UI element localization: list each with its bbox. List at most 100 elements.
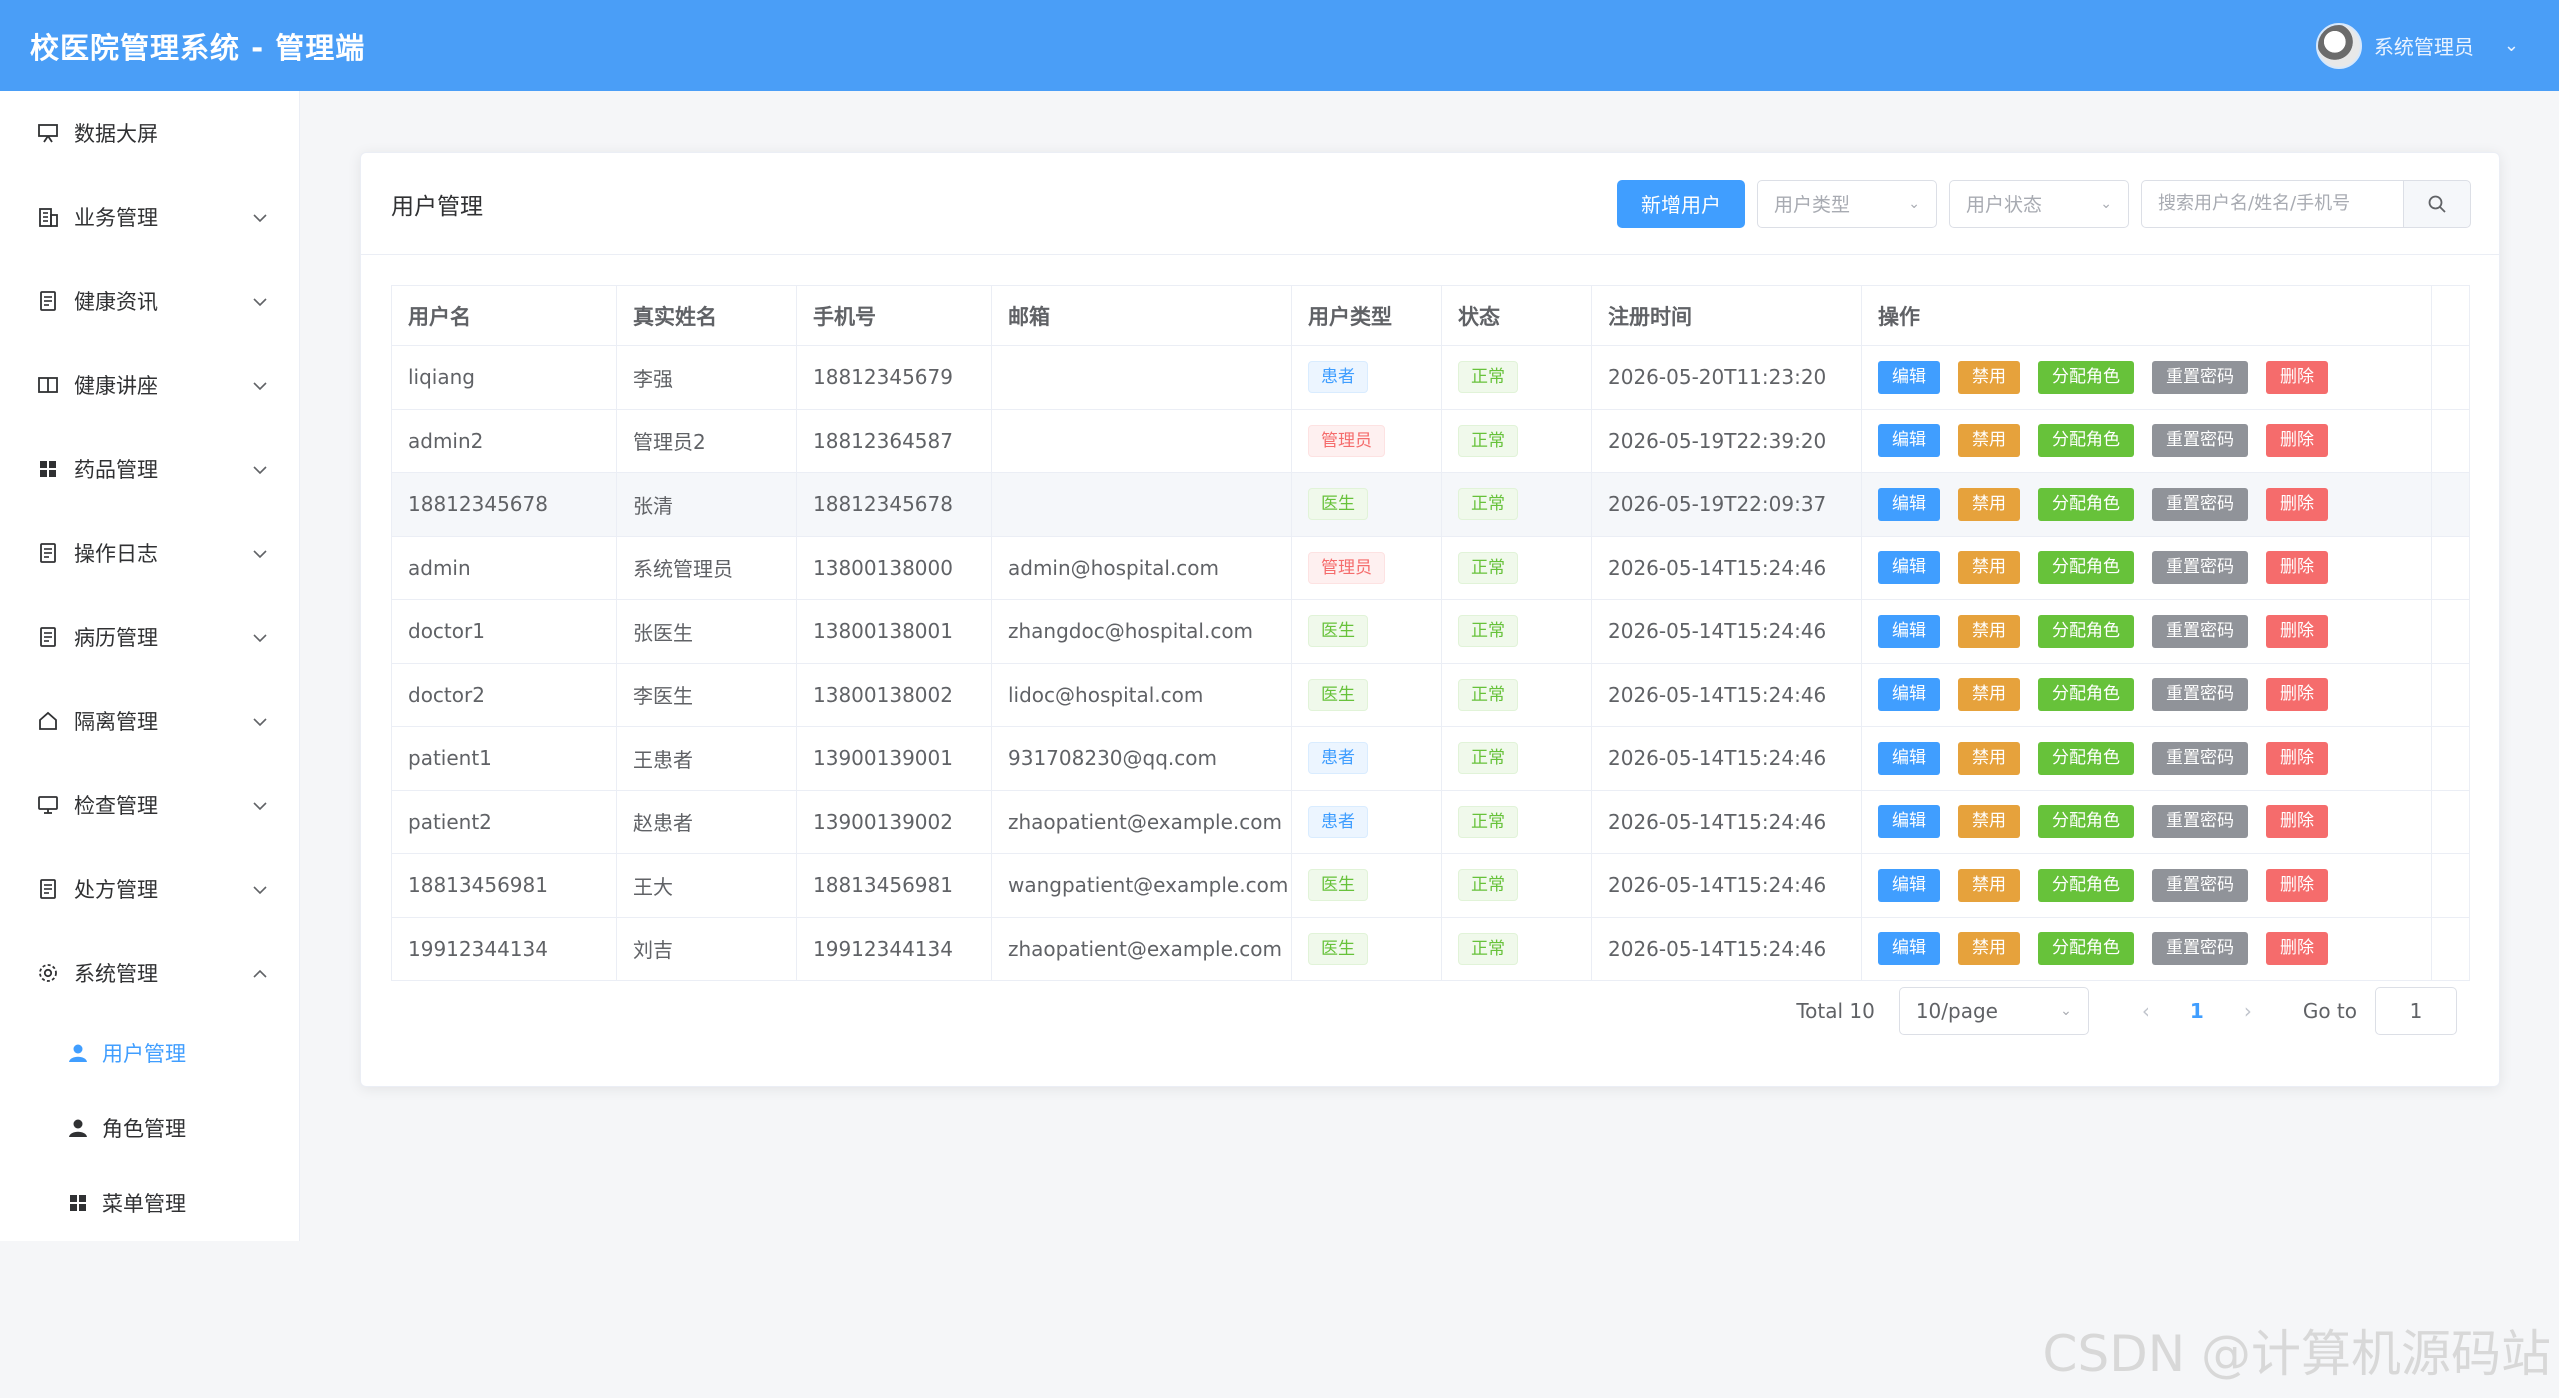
chevron-down-icon bbox=[253, 796, 267, 815]
assign-role-button[interactable]: 分配角色 bbox=[2038, 614, 2134, 648]
assign-role-button[interactable]: 分配角色 bbox=[2038, 424, 2134, 458]
disable-button[interactable]: 禁用 bbox=[1958, 932, 2020, 966]
delete-button[interactable]: 删除 bbox=[2266, 424, 2328, 458]
search-button[interactable] bbox=[2403, 179, 2471, 228]
edit-button[interactable]: 编辑 bbox=[1878, 487, 1940, 521]
page-size-select[interactable]: 10/page ⌄ bbox=[1898, 987, 2089, 1035]
disable-button[interactable]: 禁用 bbox=[1958, 678, 2020, 712]
delete-button[interactable]: 删除 bbox=[2266, 805, 2328, 839]
disable-button[interactable]: 禁用 bbox=[1958, 805, 2020, 839]
delete-button[interactable]: 删除 bbox=[2266, 868, 2328, 902]
disable-button[interactable]: 禁用 bbox=[1958, 424, 2020, 458]
edit-button[interactable]: 编辑 bbox=[1878, 678, 1940, 712]
prev-page-icon[interactable]: ‹ bbox=[2131, 999, 2161, 1023]
next-page-icon[interactable]: › bbox=[2233, 999, 2263, 1023]
disable-button[interactable]: 禁用 bbox=[1958, 614, 2020, 648]
sidebar-item-4[interactable]: 药品管理 bbox=[0, 427, 299, 511]
sidebar-item-6[interactable]: 病历管理 bbox=[0, 595, 299, 679]
sidebar-item-8[interactable]: 检查管理 bbox=[0, 763, 299, 847]
cell-phone: 13900139002 bbox=[796, 790, 992, 854]
cell-actions: 编辑 禁用 分配角色 重置密码 删除 bbox=[1861, 472, 2432, 537]
cell-phone: 13800138002 bbox=[796, 663, 992, 727]
chevron-down-icon bbox=[253, 544, 267, 563]
disable-button[interactable]: 禁用 bbox=[1958, 551, 2020, 585]
table-row: 18812345678 张清 18812345678 医生 正常 2026-05-19T2… bbox=[391, 472, 2470, 537]
assign-role-button[interactable]: 分配角色 bbox=[2038, 678, 2134, 712]
edit-button[interactable]: 编辑 bbox=[1878, 805, 1940, 839]
reset-password-button[interactable]: 重置密码 bbox=[2152, 805, 2248, 839]
chevron-down-icon[interactable]: ⌄ bbox=[2504, 35, 2519, 56]
delete-button[interactable]: 删除 bbox=[2266, 678, 2328, 712]
table-row: 18813456981 王大 18813456981 wangpatient@exam… bbox=[391, 853, 2470, 918]
assign-role-button[interactable]: 分配角色 bbox=[2038, 805, 2134, 839]
reset-password-button[interactable]: 重置密码 bbox=[2152, 741, 2248, 775]
assign-role-button[interactable]: 分配角色 bbox=[2038, 741, 2134, 775]
avatar[interactable] bbox=[2315, 22, 2362, 69]
user-type-tag: 管理员 bbox=[1308, 424, 1385, 457]
delete-button[interactable]: 删除 bbox=[2266, 741, 2328, 775]
edit-button[interactable]: 编辑 bbox=[1878, 932, 1940, 966]
reset-password-button[interactable]: 重置密码 bbox=[2152, 868, 2248, 902]
page-number-current[interactable]: 1 bbox=[2179, 999, 2215, 1023]
sidebar-item-1[interactable]: 业务管理 bbox=[0, 175, 299, 259]
delete-button[interactable]: 删除 bbox=[2266, 614, 2328, 648]
cell-spacer bbox=[2431, 663, 2470, 727]
user-type-select[interactable]: 用户类型 ⌄ bbox=[1757, 179, 1937, 228]
delete-button[interactable]: 删除 bbox=[2266, 487, 2328, 521]
reset-password-button[interactable]: 重置密码 bbox=[2152, 614, 2248, 648]
edit-button[interactable]: 编辑 bbox=[1878, 741, 1940, 775]
edit-button[interactable]: 编辑 bbox=[1878, 614, 1940, 648]
disable-button[interactable]: 禁用 bbox=[1958, 360, 2020, 394]
disable-button[interactable]: 禁用 bbox=[1958, 741, 2020, 775]
sidebar-item-label: 药品管理 bbox=[74, 458, 158, 482]
assign-role-button[interactable]: 分配角色 bbox=[2038, 360, 2134, 394]
submenu-item-2[interactable]: 菜单管理 bbox=[0, 1165, 299, 1240]
edit-button[interactable]: 编辑 bbox=[1878, 360, 1940, 394]
sidebar-item-3[interactable]: 健康讲座 bbox=[0, 343, 299, 427]
disable-button[interactable]: 禁用 bbox=[1958, 868, 2020, 902]
disable-button[interactable]: 禁用 bbox=[1958, 487, 2020, 521]
add-user-button[interactable]: 新增用户 bbox=[1617, 179, 1745, 228]
submenu-item-1[interactable]: 角色管理 bbox=[0, 1090, 299, 1165]
edit-button[interactable]: 编辑 bbox=[1878, 868, 1940, 902]
delete-button[interactable]: 删除 bbox=[2266, 551, 2328, 585]
sidebar-item-10[interactable]: 系统管理 bbox=[0, 931, 299, 1015]
table-row: patient2 赵患者 13900139002 zhaopatient@exampl… bbox=[391, 790, 2470, 854]
chevron-down-icon: ⌄ bbox=[1908, 195, 1920, 212]
user-status-select[interactable]: 用户状态 ⌄ bbox=[1949, 179, 2129, 228]
assign-role-button[interactable]: 分配角色 bbox=[2038, 868, 2134, 902]
assign-role-button[interactable]: 分配角色 bbox=[2038, 932, 2134, 966]
reset-password-button[interactable]: 重置密码 bbox=[2152, 424, 2248, 458]
assign-role-button[interactable]: 分配角色 bbox=[2038, 551, 2134, 585]
edit-button[interactable]: 编辑 bbox=[1878, 551, 1940, 585]
edit-button[interactable]: 编辑 bbox=[1878, 424, 1940, 458]
user-menu[interactable]: 系统管理员 ⌄ bbox=[2315, 22, 2519, 69]
cell-status: 正常 bbox=[1441, 599, 1592, 664]
reset-password-button[interactable]: 重置密码 bbox=[2152, 360, 2248, 394]
cell-user-type: 患者 bbox=[1291, 790, 1442, 854]
assign-role-button[interactable]: 分配角色 bbox=[2038, 487, 2134, 521]
reset-password-button[interactable]: 重置密码 bbox=[2152, 487, 2248, 521]
cell-username: doctor1 bbox=[391, 599, 617, 664]
reset-password-button[interactable]: 重置密码 bbox=[2152, 678, 2248, 712]
cell-actions: 编辑 禁用 分配角色 重置密码 删除 bbox=[1861, 790, 2432, 854]
user-name[interactable]: 系统管理员 bbox=[2374, 31, 2474, 60]
row-actions: 编辑 禁用 分配角色 重置密码 删除 bbox=[1878, 614, 2415, 648]
cell-email bbox=[991, 409, 1292, 473]
goto-page-input[interactable] bbox=[2375, 987, 2457, 1035]
sidebar-item-5[interactable]: 操作日志 bbox=[0, 511, 299, 595]
cell-status: 正常 bbox=[1441, 409, 1592, 473]
user-type-tag: 患者 bbox=[1308, 742, 1368, 775]
sidebar-item-9[interactable]: 处方管理 bbox=[0, 847, 299, 931]
cell-username: patient2 bbox=[391, 790, 617, 854]
sidebar-item-0[interactable]: 数据大屏 bbox=[0, 91, 299, 175]
delete-button[interactable]: 删除 bbox=[2266, 932, 2328, 966]
search-input[interactable] bbox=[2141, 179, 2403, 228]
sidebar-item-7[interactable]: 隔离管理 bbox=[0, 679, 299, 763]
submenu-item-0[interactable]: 用户管理 bbox=[0, 1015, 299, 1090]
sidebar-item-2[interactable]: 健康资讯 bbox=[0, 259, 299, 343]
reset-password-button[interactable]: 重置密码 bbox=[2152, 932, 2248, 966]
delete-button[interactable]: 删除 bbox=[2266, 360, 2328, 394]
reset-password-button[interactable]: 重置密码 bbox=[2152, 551, 2248, 585]
cell-status: 正常 bbox=[1441, 917, 1592, 981]
